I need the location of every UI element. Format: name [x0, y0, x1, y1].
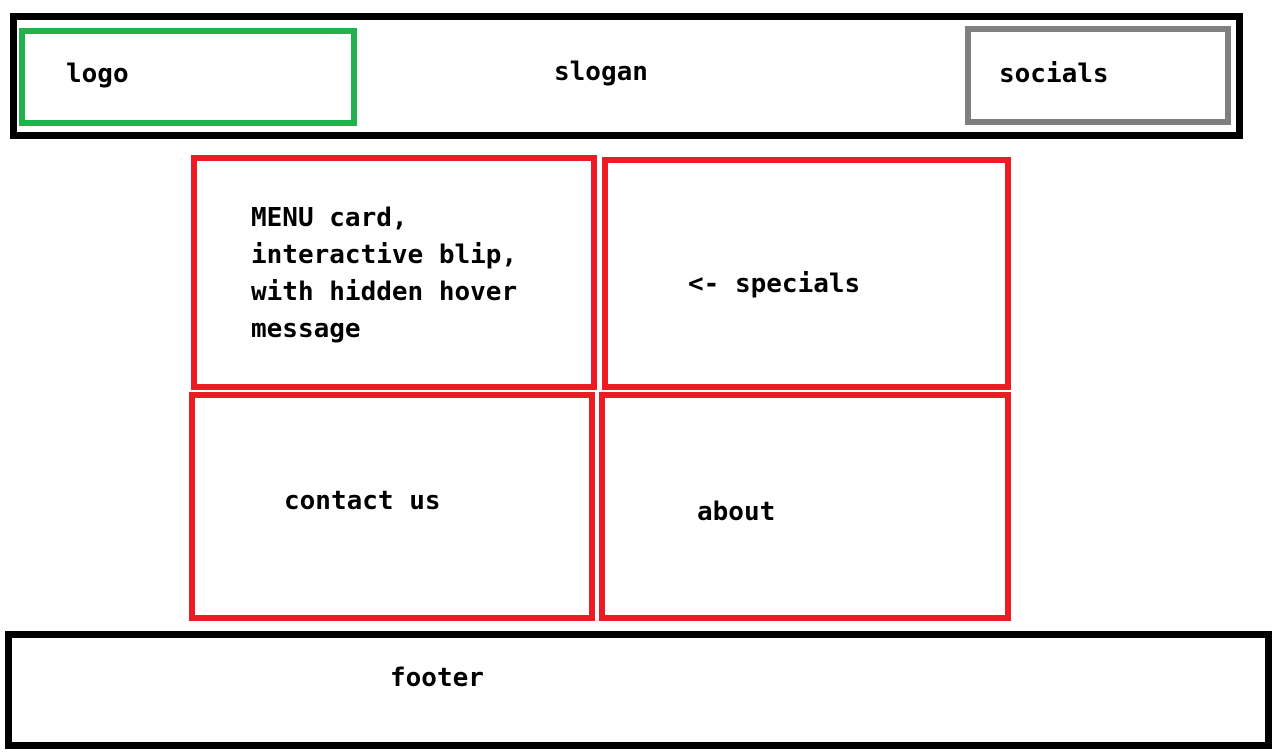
footer-label: footer	[390, 663, 484, 693]
about-label: about	[697, 497, 776, 527]
logo-label: logo	[66, 59, 129, 89]
menu-card-line-2: interactive blip,	[251, 240, 518, 270]
contact-us-label: contact us	[284, 486, 441, 516]
slogan-label: slogan	[554, 57, 648, 87]
menu-card-line-3: with hidden hover	[251, 277, 518, 307]
footer-box	[5, 631, 1272, 749]
about-card-box	[599, 392, 1011, 621]
menu-card-line-1: MENU card,	[251, 203, 408, 233]
specials-label: <- specials	[688, 269, 861, 299]
socials-label: socials	[999, 59, 1109, 89]
menu-card-line-4: message	[251, 314, 361, 344]
